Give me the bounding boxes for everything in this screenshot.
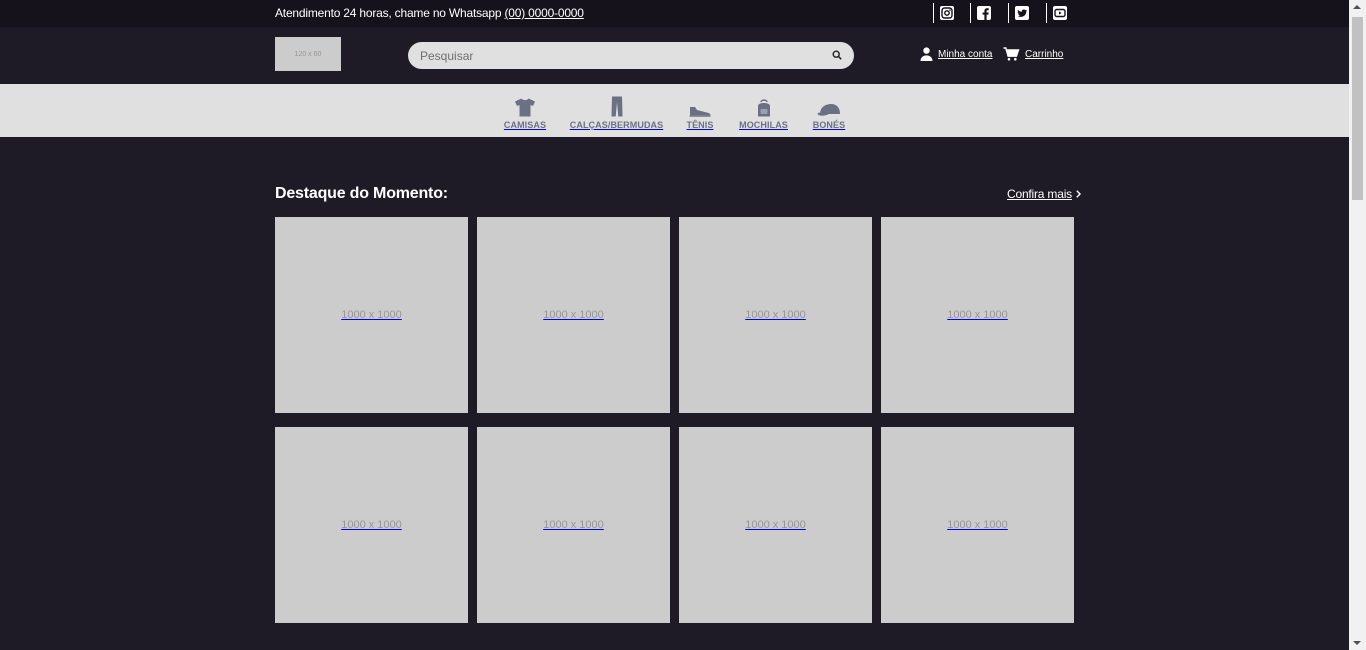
product-image-placeholder: 1000 x 1000 <box>947 309 1008 321</box>
product-card[interactable]: 1000 x 1000 <box>679 217 872 413</box>
scroll-down-arrow-icon[interactable] <box>1353 641 1361 645</box>
product-card[interactable]: 1000 x 1000 <box>679 427 872 623</box>
product-card[interactable]: 1000 x 1000 <box>881 427 1074 623</box>
see-more-label: Confira mais <box>1007 187 1072 201</box>
category-label: CAMISAS <box>503 120 547 130</box>
scrollbar-thumb[interactable] <box>1352 17 1363 200</box>
product-card[interactable]: 1000 x 1000 <box>275 217 468 413</box>
cart-icon <box>1003 47 1020 61</box>
category-label: MOCHILAS <box>739 120 788 130</box>
category-shirts[interactable]: CAMISAS <box>500 84 550 137</box>
facebook-icon <box>977 6 991 20</box>
twitter-icon <box>1015 6 1029 20</box>
category-backpacks[interactable]: MOCHILAS <box>738 84 789 137</box>
youtube-link[interactable] <box>1046 3 1068 23</box>
sneaker-icon <box>689 93 711 117</box>
pants-icon <box>611 93 623 117</box>
product-card[interactable]: 1000 x 1000 <box>477 427 670 623</box>
category-label: CALÇAS/BERMUDAS <box>569 120 664 130</box>
support-message-text: Atendimento 24 horas, chame no Whatsapp <box>275 6 502 20</box>
category-label: TÊNIS <box>686 120 714 130</box>
shirt-icon <box>514 93 536 117</box>
product-image-placeholder: 1000 x 1000 <box>341 309 402 321</box>
product-image-placeholder: 1000 x 1000 <box>947 519 1008 531</box>
youtube-icon <box>1053 6 1067 20</box>
product-card[interactable]: 1000 x 1000 <box>477 217 670 413</box>
search-icon <box>832 50 842 60</box>
search-input[interactable] <box>420 42 820 69</box>
cart-label: Carrinho <box>1025 48 1064 60</box>
site-header: 120 x 60 Minha conta Carrinho <box>0 27 1349 84</box>
logo-placeholder-text: 120 x 60 <box>294 50 322 58</box>
whatsapp-phone-link[interactable]: (00) 0000-0000 <box>504 6 583 20</box>
product-card[interactable]: 1000 x 1000 <box>275 427 468 623</box>
page-scrollbar[interactable] <box>1349 0 1366 650</box>
cap-icon <box>817 93 841 117</box>
account-label: Minha conta <box>938 48 993 60</box>
see-more-link[interactable]: Confira mais <box>1007 187 1081 201</box>
account-link[interactable]: Minha conta <box>920 47 992 61</box>
facebook-link[interactable] <box>970 3 992 23</box>
product-image-placeholder: 1000 x 1000 <box>745 309 806 321</box>
category-label: BONÉS <box>812 120 846 130</box>
search-button[interactable] <box>830 48 844 62</box>
section-title: Destaque do Momento: <box>275 185 448 202</box>
scroll-up-arrow-icon[interactable] <box>1353 5 1361 9</box>
instagram-icon <box>940 6 954 20</box>
category-caps[interactable]: BONÉS <box>811 84 847 137</box>
product-image-placeholder: 1000 x 1000 <box>341 519 402 531</box>
top-bar: Atendimento 24 horas, chame no Whatsapp … <box>0 0 1349 27</box>
category-nav: CAMISAS CALÇAS/BERMUDAS TÊNIS MOCHILAS B… <box>0 84 1349 137</box>
product-grid: 1000 x 1000 1000 x 1000 1000 x 1000 1000… <box>275 217 1075 623</box>
user-icon <box>920 47 933 61</box>
product-image-placeholder: 1000 x 1000 <box>543 519 604 531</box>
twitter-link[interactable] <box>1008 3 1030 23</box>
instagram-link[interactable] <box>933 3 955 23</box>
chevron-right-icon <box>1076 190 1081 198</box>
search-bar <box>408 42 854 69</box>
cart-link[interactable]: Carrinho <box>1003 47 1063 61</box>
product-image-placeholder: 1000 x 1000 <box>745 519 806 531</box>
category-pants[interactable]: CALÇAS/BERMUDAS <box>569 84 664 137</box>
category-sneakers[interactable]: TÊNIS <box>680 84 720 137</box>
product-card[interactable]: 1000 x 1000 <box>881 217 1074 413</box>
logo[interactable]: 120 x 60 <box>275 37 341 71</box>
product-image-placeholder: 1000 x 1000 <box>543 309 604 321</box>
backpack-icon <box>756 93 772 117</box>
support-message: Atendimento 24 horas, chame no Whatsapp … <box>275 6 584 20</box>
